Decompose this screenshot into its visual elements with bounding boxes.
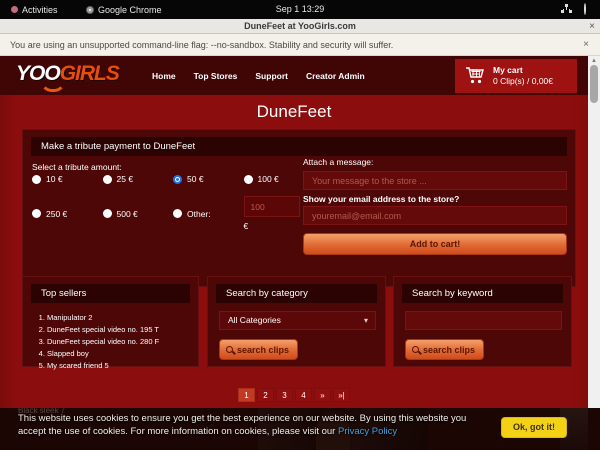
nav-item-support[interactable]: Support	[255, 71, 288, 81]
page-button-1[interactable]: 1	[238, 388, 255, 402]
radio-icon[interactable]	[32, 175, 41, 184]
tribute-panel-header: Make a tribute payment to DuneFeet	[31, 137, 567, 156]
privacy-policy-link[interactable]: Privacy Policy	[338, 426, 397, 437]
search-category-header: Search by category	[216, 284, 377, 303]
top-sellers-list: Manipulator 2DuneFeet special video no. …	[47, 312, 159, 372]
amount-option-label: 50 €	[187, 174, 204, 184]
logo-smile-icon	[40, 80, 66, 92]
search-keyword-panel: Search by keyword search clips	[393, 276, 572, 367]
top-seller-item[interactable]: DuneFeet special video no. 195 T	[47, 324, 159, 336]
top-sellers-panel: Top sellers Manipulator 2DuneFeet specia…	[22, 276, 199, 367]
warning-text: You are using an unsupported command-lin…	[10, 34, 393, 56]
window-close-icon[interactable]: ×	[589, 19, 595, 34]
pagination: 1234»»|	[0, 388, 588, 402]
cart-button[interactable]: My cart 0 Clip(s) / 0,00€	[455, 59, 577, 93]
scroll-up-icon[interactable]: ▲	[588, 57, 600, 65]
page-button-3[interactable]: 3	[276, 388, 293, 402]
page-content: DuneFeet Make a tribute payment to DuneF…	[0, 95, 588, 450]
other-amount-input[interactable]	[244, 196, 300, 217]
cookie-footer: Black sleek 7 This website uses cookies …	[0, 408, 600, 450]
window-title: DuneFeet at YooGirls.com	[0, 19, 600, 34]
cart-summary: 0 Clip(s) / 0,00€	[493, 76, 553, 87]
email-input[interactable]	[303, 206, 567, 225]
nav-item-top-stores[interactable]: Top Stores	[194, 71, 238, 81]
page-button-»|[interactable]: »|	[333, 388, 350, 402]
page-button-4[interactable]: 4	[295, 388, 312, 402]
nav-item-home[interactable]: Home	[152, 71, 176, 81]
cart-title: My cart	[493, 65, 523, 75]
chevron-down-icon: ▾	[364, 312, 368, 329]
warning-close-icon[interactable]: ×	[583, 34, 589, 56]
search-clips-label: search clips	[423, 345, 475, 355]
cookie-message: This website uses cookies to ensure you …	[18, 413, 496, 439]
top-sellers-header: Top sellers	[31, 284, 190, 303]
amount-options: 10 €25 €50 €100 €250 €500 €Other: €	[32, 174, 314, 231]
amount-option-label: Other:	[187, 209, 211, 219]
page-button-»[interactable]: »	[314, 388, 331, 402]
amount-option[interactable]: Other:	[173, 196, 244, 231]
amount-option-label: 500 €	[117, 209, 138, 219]
page-title: DuneFeet	[0, 102, 588, 122]
top-seller-item[interactable]: DuneFeet special video no. 280 F	[47, 336, 159, 348]
main-nav: Home Top Stores Support Creator Admin	[152, 56, 365, 95]
amount-option[interactable]: 25 €	[103, 174, 174, 184]
search-clips-keyword-button[interactable]: search clips	[405, 339, 484, 360]
site-logo[interactable]: YOOGIRLS	[16, 62, 119, 86]
search-icon	[226, 346, 233, 353]
add-to-cart-button[interactable]: Add to cart!	[303, 233, 567, 255]
message-label: Attach a message:	[303, 157, 373, 167]
amount-option[interactable]: 250 €	[32, 196, 103, 231]
search-clips-label: search clips	[237, 345, 289, 355]
scrollbar-thumb[interactable]	[590, 65, 598, 103]
radio-icon[interactable]	[103, 209, 112, 218]
cart-icon	[465, 67, 485, 85]
scrollbar[interactable]: ▲ ▼	[588, 56, 600, 450]
radio-icon[interactable]	[32, 209, 41, 218]
power-icon[interactable]	[584, 3, 586, 15]
category-select[interactable]: All Categories ▾	[219, 311, 376, 330]
radio-icon[interactable]	[173, 209, 182, 218]
amount-option[interactable]: 10 €	[32, 174, 103, 184]
search-keyword-header: Search by keyword	[402, 284, 563, 303]
message-input[interactable]	[303, 171, 567, 190]
top-seller-item[interactable]: My scared friend 5	[47, 360, 159, 372]
tribute-panel: Make a tribute payment to DuneFeet Selec…	[22, 129, 576, 287]
nav-item-creator-admin[interactable]: Creator Admin	[306, 71, 365, 81]
email-label: Show your email address to the store?	[303, 194, 459, 204]
top-seller-item[interactable]: Slapped boy	[47, 348, 159, 360]
amount-option-label: 100 €	[258, 174, 279, 184]
logo-text-girls: GIRLS	[60, 62, 119, 85]
search-category-panel: Search by category All Categories ▾ sear…	[207, 276, 386, 367]
search-clips-category-button[interactable]: search clips	[219, 339, 298, 360]
amount-option-label: 25 €	[117, 174, 134, 184]
warning-bar: You are using an unsupported command-lin…	[0, 34, 600, 56]
site-header: YOOGIRLS Home Top Stores Support Creator Ad…	[0, 56, 588, 95]
search-icon	[412, 346, 419, 353]
clock[interactable]: Sep 1 13:29	[0, 0, 600, 19]
top-seller-item[interactable]: Manipulator 2	[47, 312, 159, 324]
page-button-2[interactable]: 2	[257, 388, 274, 402]
radio-icon[interactable]	[244, 175, 253, 184]
radio-icon[interactable]	[173, 175, 182, 184]
system-top-bar: Activities Google Chrome Sep 1 13:29	[0, 0, 600, 19]
amount-option-label: 250 €	[46, 209, 67, 219]
radio-icon[interactable]	[103, 175, 112, 184]
amount-label: Select a tribute amount:	[32, 162, 122, 172]
cookie-message-text: This website uses cookies to ensure you …	[18, 413, 466, 437]
cookie-accept-button[interactable]: Ok, got it!	[501, 417, 567, 438]
keyword-input[interactable]	[405, 311, 562, 330]
amount-option[interactable]: 50 €	[173, 174, 244, 184]
amount-option-label: 10 €	[46, 174, 63, 184]
category-selected-value: All Categories	[228, 315, 281, 325]
amount-option[interactable]: 500 €	[103, 196, 174, 231]
window-title-bar: DuneFeet at YooGirls.com ×	[0, 19, 600, 34]
